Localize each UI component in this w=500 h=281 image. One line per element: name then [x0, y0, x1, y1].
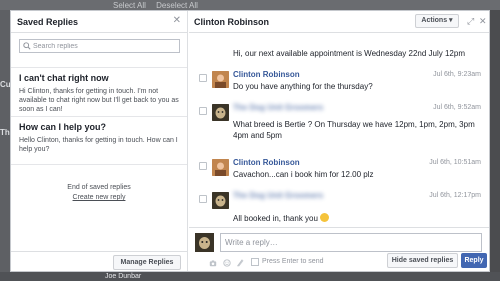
avatar	[212, 71, 229, 88]
emoji-icon[interactable]	[223, 259, 231, 267]
background-name: Joe Dunbar	[105, 273, 142, 280]
message-time: Jul 6th, 9:52am	[433, 104, 481, 111]
background-list	[0, 10, 10, 281]
message-line: 4pm and 5pm	[233, 131, 282, 140]
create-new-reply-link[interactable]: Create new reply	[11, 194, 187, 201]
saved-replies-modal: Saved Replies ✕ I can't chat right now H…	[10, 10, 490, 272]
sender-name: The Dog Unit Groomers	[233, 103, 324, 112]
sender-name: The Dog Unit Groomers	[233, 191, 324, 200]
sender-name[interactable]: Clinton Robinson	[233, 158, 300, 167]
background-footer	[0, 272, 500, 281]
select-all-link: Select All	[113, 1, 146, 10]
conversation-header: Clinton Robinson Actions ▾ ⤢ ✕	[189, 11, 489, 33]
avatar	[195, 233, 214, 252]
saved-reply-item[interactable]: How can I help you? Hello Clinton, thank…	[19, 122, 181, 154]
message-text: Do you have anything for the thursday?	[233, 82, 373, 91]
message-text: Cavachon...can i book him for 12.00 plz	[233, 170, 374, 179]
saved-reply-text: Hello Clinton, thanks for getting in tou…	[19, 137, 178, 153]
conversation-panel: Clinton Robinson Actions ▾ ⤢ ✕ Hi, our n…	[189, 11, 489, 271]
divider	[11, 67, 187, 68]
camera-icon[interactable]	[209, 259, 217, 267]
saved-replies-title: Saved Replies	[17, 17, 79, 27]
message-time: Jul 6th, 10:51am	[429, 159, 481, 166]
background-text: Cu	[0, 80, 10, 89]
chevron-down-icon: ▾	[449, 17, 453, 24]
saved-replies-header: Saved Replies ✕	[11, 11, 187, 33]
search-box[interactable]	[19, 39, 180, 53]
expand-icon[interactable]: ⤢	[467, 16, 474, 27]
saved-replies-panel: Saved Replies ✕ I can't chat right now H…	[11, 11, 188, 271]
background-links: Select All Deselect All	[113, 1, 206, 10]
background-toolbar	[0, 0, 500, 10]
search-input[interactable]	[33, 41, 177, 51]
message-checkbox[interactable]	[199, 195, 207, 203]
message-checkbox[interactable]	[199, 162, 207, 170]
reply-composer: Press Enter to send Hide saved replies R…	[189, 227, 489, 271]
message-body: All booked in, thank you	[233, 214, 318, 223]
divider	[11, 116, 187, 117]
saved-replies-footer: Manage Replies	[11, 251, 187, 271]
hide-saved-replies-button[interactable]: Hide saved replies	[387, 253, 458, 268]
saved-reply-title: I can't chat right now	[19, 73, 109, 83]
background-text: Th	[0, 128, 10, 137]
attach-icon[interactable]	[236, 259, 244, 267]
saved-reply-title: How can I help you?	[19, 122, 107, 132]
message-time: Jul 6th, 9:23am	[433, 71, 481, 78]
smile-emoji-icon	[319, 213, 329, 222]
reply-input[interactable]	[220, 233, 482, 252]
saved-reply-text: Hi Clinton, thanks for getting in touch.…	[19, 88, 179, 113]
divider	[11, 164, 187, 165]
press-enter-label: Press Enter to send	[262, 258, 324, 265]
message-line: What breed is Bertie ? On Thursday we ha…	[233, 120, 475, 129]
close-icon[interactable]: ✕	[479, 16, 487, 27]
message-checkbox[interactable]	[199, 107, 207, 115]
press-enter-checkbox[interactable]	[251, 258, 259, 266]
avatar	[212, 159, 229, 176]
actions-button[interactable]: Actions ▾	[415, 14, 459, 28]
avatar	[212, 104, 229, 121]
message-text: What breed is Bertie ? On Thursday we ha…	[233, 119, 475, 141]
message-time: Jul 6th, 12:17pm	[429, 192, 481, 199]
message-text: All booked in, thank you	[233, 213, 329, 224]
end-of-replies-text: End of saved replies	[67, 184, 131, 191]
message-thread[interactable]: Hi, our next available appointment is We…	[189, 34, 489, 227]
close-icon[interactable]: ✕	[173, 15, 181, 26]
reply-button[interactable]: Reply	[461, 253, 487, 268]
message-text: Hi, our next available appointment is We…	[233, 49, 465, 58]
conversation-title: Clinton Robinson	[194, 17, 269, 27]
manage-replies-button[interactable]: Manage Replies	[113, 255, 181, 270]
sender-name[interactable]: Clinton Robinson	[233, 70, 300, 79]
message-checkbox[interactable]	[199, 74, 207, 82]
avatar	[212, 192, 229, 209]
deselect-all-link: Deselect All	[156, 1, 198, 10]
saved-reply-item[interactable]: I can't chat right now Hi Clinton, thank…	[19, 73, 181, 114]
search-icon	[23, 42, 31, 50]
actions-label: Actions	[421, 17, 448, 24]
